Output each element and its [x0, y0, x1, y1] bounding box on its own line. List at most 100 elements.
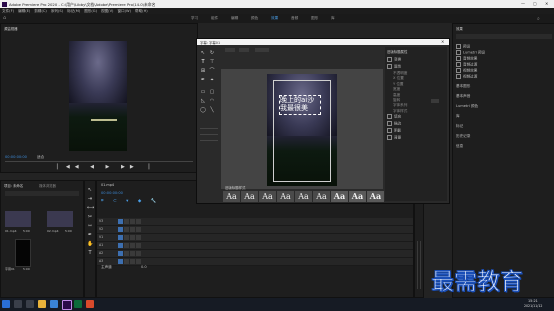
close-button[interactable]: ✕ — [545, 1, 548, 6]
media-browser-tab[interactable]: 媒体浏览器 — [39, 183, 56, 188]
title-selection-tool-icon[interactable]: ↖ — [200, 50, 206, 56]
track-header-buttons[interactable] — [117, 250, 141, 258]
track-header-buttons[interactable] — [117, 218, 141, 226]
master-track-value[interactable]: 0.0 — [141, 265, 147, 269]
font-size-input[interactable] — [255, 48, 269, 52]
property-group[interactable]: 属性 — [387, 64, 401, 69]
timeline-track[interactable]: A2 — [97, 250, 413, 258]
search-taskbar-icon[interactable] — [14, 300, 22, 308]
menu-item[interactable]: 视图(V) — [101, 9, 113, 13]
menu-item[interactable]: 图形(G) — [84, 9, 97, 13]
timeline-track[interactable]: A1 — [97, 242, 413, 250]
menu-item[interactable]: 文件(F) — [2, 9, 14, 13]
title-style-swatch[interactable]: Aa — [259, 191, 276, 202]
workspace-tab[interactable]: 效果 — [271, 16, 278, 21]
right-panel-tab[interactable]: 信息 — [456, 144, 463, 149]
right-panel-tab[interactable]: 基本图形 — [456, 84, 470, 89]
effects-tab[interactable]: 效果 — [456, 26, 463, 31]
title-path-type-icon[interactable]: ⌒ — [209, 68, 215, 74]
project-search-input[interactable] — [5, 191, 79, 196]
track-select-icon[interactable]: ⇥ — [87, 196, 93, 202]
workspace-tab[interactable]: 颜色 — [251, 16, 258, 21]
title-style-swatch[interactable]: Aa — [349, 191, 366, 202]
project-tab[interactable]: 项目: 未命名 — [4, 183, 23, 188]
browser-icon[interactable] — [50, 300, 58, 308]
title-style-swatch[interactable]: Aa — [367, 191, 384, 202]
app2-taskbar-icon[interactable] — [86, 300, 94, 308]
premiere-taskbar-icon[interactable] — [62, 300, 72, 310]
fill-color-swatch[interactable] — [431, 99, 439, 103]
file-explorer-icon[interactable] — [38, 300, 46, 308]
title-styles-tab[interactable]: 旧版标题样式 — [225, 185, 245, 190]
menu-item[interactable]: 标记(M) — [67, 9, 80, 13]
property-group[interactable]: 变换 — [387, 57, 401, 62]
property-group[interactable]: 描边 — [387, 121, 401, 127]
title-arc-tool-icon[interactable]: ◠ — [209, 98, 215, 104]
title-rectangle-tool-icon[interactable]: ▭ — [200, 89, 206, 95]
title-rotate-tool-icon[interactable]: ↻ — [209, 50, 215, 56]
task-view-icon[interactable] — [26, 300, 34, 308]
title-style-swatch[interactable]: Aa — [277, 191, 294, 202]
right-panel-tab[interactable]: 历史记录 — [456, 134, 470, 139]
source-zoom-select[interactable]: 适合 — [37, 155, 44, 160]
workspace-tab[interactable]: 库 — [331, 16, 335, 21]
menu-item[interactable]: 窗口(W) — [117, 9, 131, 13]
timeline-track[interactable]: V1 — [97, 234, 413, 242]
right-panel-tab[interactable]: Lumetri 颜色 — [456, 104, 478, 109]
workspace-tab[interactable]: 编辑 — [231, 16, 238, 21]
font-family-select[interactable] — [225, 48, 235, 52]
property-field[interactable]: 字体样式 — [393, 109, 407, 114]
pen-tool-icon[interactable]: ✒ — [87, 232, 93, 238]
track-header-buttons[interactable] — [117, 258, 141, 266]
right-panel-tab[interactable]: 库 — [456, 114, 460, 119]
title-canvas[interactable]: 晚上的ai沙 我最很美 — [221, 69, 383, 189]
workspace-tab[interactable]: 组件 — [211, 16, 218, 21]
effects-folder[interactable]: 视频效果 — [456, 68, 477, 74]
timeline-toolbar-icons[interactable]: ⌗ ⊂ ▾ ◆ 🔧 — [101, 198, 160, 204]
property-group[interactable]: 背景 — [387, 135, 401, 141]
source-transport-controls[interactable]: ▏◀◀ ◀ ▶ ▶▶ ▕ — [57, 164, 154, 170]
title-type-tool-icon[interactable]: T — [200, 59, 206, 65]
source-scrubber[interactable] — [5, 161, 193, 162]
workspace-tab[interactable]: 音频 — [291, 16, 298, 21]
property-group[interactable]: 填充 — [387, 114, 401, 120]
title-pen-tool-icon[interactable]: ✒ — [200, 77, 206, 83]
timeline-timecode[interactable]: 00:00:00:00 — [101, 191, 123, 195]
menu-item[interactable]: 序列(S) — [51, 9, 63, 13]
effects-folder[interactable]: Lumetri 预设 — [456, 50, 485, 56]
title-align-controls[interactable] — [200, 123, 218, 147]
title-window-close-button[interactable]: ✕ — [441, 39, 444, 44]
menu-item[interactable]: 编辑(E) — [18, 9, 30, 13]
title-style-swatch[interactable]: Aa — [331, 191, 348, 202]
title-style-swatch[interactable]: Aa — [241, 191, 258, 202]
subtitle-text-box[interactable] — [279, 95, 321, 115]
home-icon[interactable]: ⌂ — [3, 16, 8, 21]
source-monitor-tab[interactable]: 源监视器 — [4, 26, 18, 31]
font-style-select[interactable] — [239, 48, 249, 52]
right-panel-tab[interactable]: 标记 — [456, 124, 463, 129]
menu-item[interactable]: 帮助(H) — [135, 9, 148, 13]
track-header-buttons[interactable] — [117, 226, 141, 234]
effects-folder[interactable]: 音频过渡 — [456, 62, 477, 68]
selection-tool-icon[interactable]: ↖ — [87, 187, 93, 193]
type-tool-icon[interactable]: T — [87, 250, 93, 256]
title-style-swatch[interactable]: Aa — [313, 191, 330, 202]
workspace-tab[interactable]: 学习 — [191, 16, 198, 21]
timeline-track[interactable]: V3 — [97, 218, 413, 226]
effects-folder[interactable]: 音频效果 — [456, 56, 477, 62]
title-style-swatch[interactable]: Aa — [295, 191, 312, 202]
ripple-edit-icon[interactable]: ⟷ — [87, 205, 94, 211]
right-panel-tab[interactable]: 基本声音 — [456, 94, 470, 99]
title-wedge-tool-icon[interactable]: ◺ — [200, 98, 206, 104]
property-field[interactable]: 宽度 — [393, 87, 400, 92]
track-header-buttons[interactable] — [117, 234, 141, 242]
title-style-swatch[interactable]: Aa — [223, 191, 240, 202]
source-timecode[interactable]: 00:00:00:00 — [5, 155, 27, 159]
title-anchor-tool-icon[interactable]: ⌖ — [209, 77, 215, 83]
start-menu-icon[interactable] — [2, 300, 10, 308]
clip-thumbnail-2[interactable] — [47, 211, 73, 227]
title-rounded-rect-icon[interactable]: ▢ — [209, 89, 215, 95]
effects-search-input[interactable] — [456, 34, 552, 39]
app-taskbar-icon[interactable] — [74, 300, 82, 308]
title-area-type-icon[interactable]: ⊞ — [200, 68, 206, 74]
